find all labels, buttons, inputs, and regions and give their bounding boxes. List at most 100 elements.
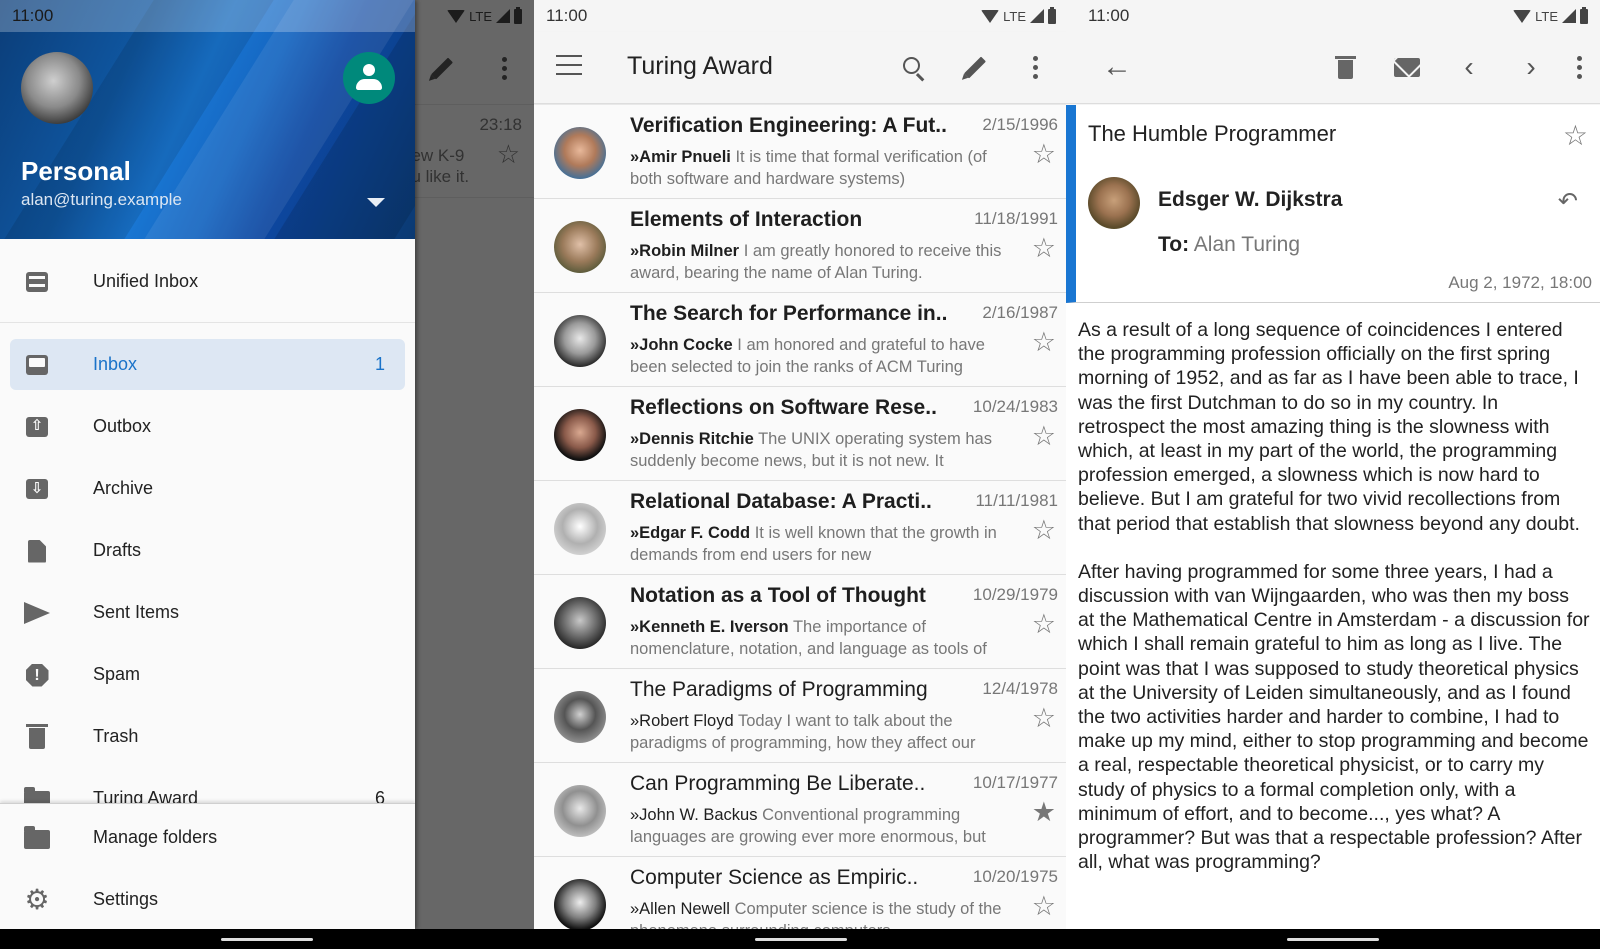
sender-name: »Robert Floyd [630, 712, 734, 730]
sender-avatar[interactable] [554, 409, 606, 461]
message-subject: Relational Database: A Practi.. [630, 490, 932, 513]
archive-icon [24, 476, 50, 502]
search-icon[interactable] [896, 50, 930, 84]
status-icons: LTE [981, 6, 1056, 24]
folder-icon [24, 825, 50, 851]
home-gesture-handle[interactable] [1287, 938, 1379, 941]
star-icon[interactable]: ☆ [1032, 893, 1056, 920]
message-subject: Elements of Interaction [630, 208, 863, 231]
drawer-item-sent[interactable]: Sent Items [10, 587, 405, 638]
sender-name: »Edgar F. Codd [630, 524, 751, 542]
star-filled-icon[interactable]: ★ [1032, 799, 1056, 826]
message-preview: »Robert Floyd Today I want to talk about… [630, 711, 1010, 755]
star-icon[interactable]: ☆ [1032, 517, 1056, 544]
message-view-screen: 11:00 LTE ← ‹ › The Humble Programmer ☆ … [1066, 0, 1600, 949]
star-icon[interactable]: ☆ [1563, 119, 1588, 152]
compose-icon[interactable] [958, 50, 992, 84]
drawer-item-drafts[interactable]: Drafts [10, 525, 405, 576]
previous-message-button[interactable]: ‹ [1452, 50, 1486, 84]
sender-avatar[interactable] [554, 315, 606, 367]
navigation-drawer: 11:00 Personal alan@turing.example Unifi… [0, 0, 415, 929]
account-header: 11:00 Personal alan@turing.example [0, 0, 415, 239]
recipient-name[interactable]: Alan Turing [1194, 233, 1300, 256]
drawer-item-outbox[interactable]: Outbox [10, 401, 405, 452]
manage-folders-button[interactable]: Manage folders [10, 812, 405, 863]
mark-unread-button[interactable] [1390, 50, 1424, 84]
star-icon[interactable]: ☆ [1032, 611, 1056, 638]
message-list-item[interactable]: Can Programming Be Liberate.. 10/17/1977 ★… [534, 763, 1068, 857]
message-preview: »Robin Milner I am greatly honored to re… [630, 241, 1010, 285]
system-nav-bar [1066, 929, 1600, 949]
signal-icon [1562, 9, 1576, 23]
sender-name[interactable]: Edsger W. Dijkstra [1158, 188, 1342, 212]
switch-account-button[interactable] [343, 52, 395, 104]
sender-avatar[interactable] [1088, 177, 1140, 229]
folder-title: Turing Award [627, 52, 773, 80]
message-list-item[interactable]: Relational Database: A Practi.. 11/11/198… [534, 481, 1068, 575]
sender-name: »John Cocke [630, 336, 733, 354]
drawer-item-label: Trash [93, 726, 139, 746]
account-avatar[interactable] [21, 52, 93, 124]
drawer-footer: Manage folders ⚙ Settings [0, 803, 415, 929]
message-body: As a result of a long sequence of coinci… [1078, 318, 1590, 899]
star-icon[interactable]: ☆ [1032, 141, 1056, 168]
reply-all-icon[interactable]: ↶ [1558, 187, 1578, 216]
account-name: Personal [21, 156, 131, 186]
overflow-menu-icon[interactable] [1562, 50, 1596, 84]
home-gesture-handle[interactable] [755, 938, 847, 941]
account-dropdown-icon[interactable] [367, 198, 385, 207]
star-icon[interactable]: ☆ [1032, 705, 1056, 732]
status-bar: 11:00 LTE [1066, 0, 1600, 32]
star-icon[interactable]: ☆ [1032, 423, 1056, 450]
star-icon[interactable]: ☆ [1032, 235, 1056, 262]
sender-name: »Kenneth E. Iverson [630, 618, 789, 636]
sender-avatar[interactable] [554, 127, 606, 179]
drawer-item-trash[interactable]: Trash [10, 711, 405, 762]
message-subject: Can Programming Be Liberate.. [630, 772, 926, 795]
message-date: Aug 2, 1972, 18:00 [1448, 273, 1592, 292]
sender-avatar[interactable] [554, 597, 606, 649]
message-list-item[interactable]: Elements of Interaction 11/18/1991 ☆ »Robin… [534, 199, 1068, 293]
network-type: LTE [1003, 8, 1026, 24]
message-list-item[interactable]: Reflections on Software Rese.. 10/24/1983… [534, 387, 1068, 481]
drawer-item-label: Sent Items [93, 602, 180, 622]
person-icon [356, 64, 382, 92]
back-button[interactable]: ← [1100, 50, 1134, 84]
network-type: LTE [1535, 8, 1558, 24]
sender-avatar[interactable] [554, 221, 606, 273]
home-gesture-handle[interactable] [221, 938, 313, 941]
status-time: 11:00 [1088, 6, 1130, 25]
hamburger-menu-icon[interactable] [556, 55, 582, 75]
drawer-item-unified-inbox[interactable]: Unified Inbox [10, 256, 405, 307]
message-list-item[interactable]: The Paradigms of Programming 12/4/1978 ☆ »R… [534, 669, 1068, 763]
drawer-item-inbox[interactable]: Inbox 1 [10, 339, 405, 390]
status-icons: LTE [1513, 6, 1588, 24]
star-icon[interactable]: ☆ [1032, 329, 1056, 356]
drawer-item-archive[interactable]: Archive [10, 463, 405, 514]
message-date: 10/17/1977 [972, 773, 1058, 792]
overflow-menu-icon[interactable] [1018, 50, 1052, 84]
drawer-item-label: Drafts [93, 540, 142, 560]
spam-icon: ! [24, 662, 50, 688]
next-message-button[interactable]: › [1514, 50, 1548, 84]
message-list-item[interactable]: The Search for Performance in.. 2/16/1987… [534, 293, 1068, 387]
delete-button[interactable] [1328, 50, 1362, 84]
drawer-item-label: Spam [93, 664, 141, 684]
sender-avatar[interactable] [554, 879, 606, 931]
send-icon [24, 600, 50, 626]
message-subject: The Humble Programmer [1088, 121, 1337, 146]
sender-avatar[interactable] [554, 503, 606, 555]
divider [0, 322, 415, 323]
sender-avatar[interactable] [554, 691, 606, 743]
message-date: 12/4/1978 [982, 679, 1058, 698]
message-list-item[interactable]: Verification Engineering: A Fut.. 2/15/19… [534, 105, 1068, 199]
message-list-item[interactable]: Notation as a Tool of Thought 10/29/1979 ☆… [534, 575, 1068, 669]
settings-button[interactable]: ⚙ Settings [10, 874, 405, 925]
system-nav-bar [534, 929, 1068, 949]
account-email: alan@turing.example [21, 190, 182, 209]
outbox-icon [24, 414, 50, 440]
sender-avatar[interactable] [554, 785, 606, 837]
message-subject: Computer Science as Empiric.. [630, 866, 919, 889]
body-paragraph: As a result of a long sequence of coinci… [1078, 319, 1580, 535]
drawer-item-spam[interactable]: ! Spam [10, 649, 405, 700]
